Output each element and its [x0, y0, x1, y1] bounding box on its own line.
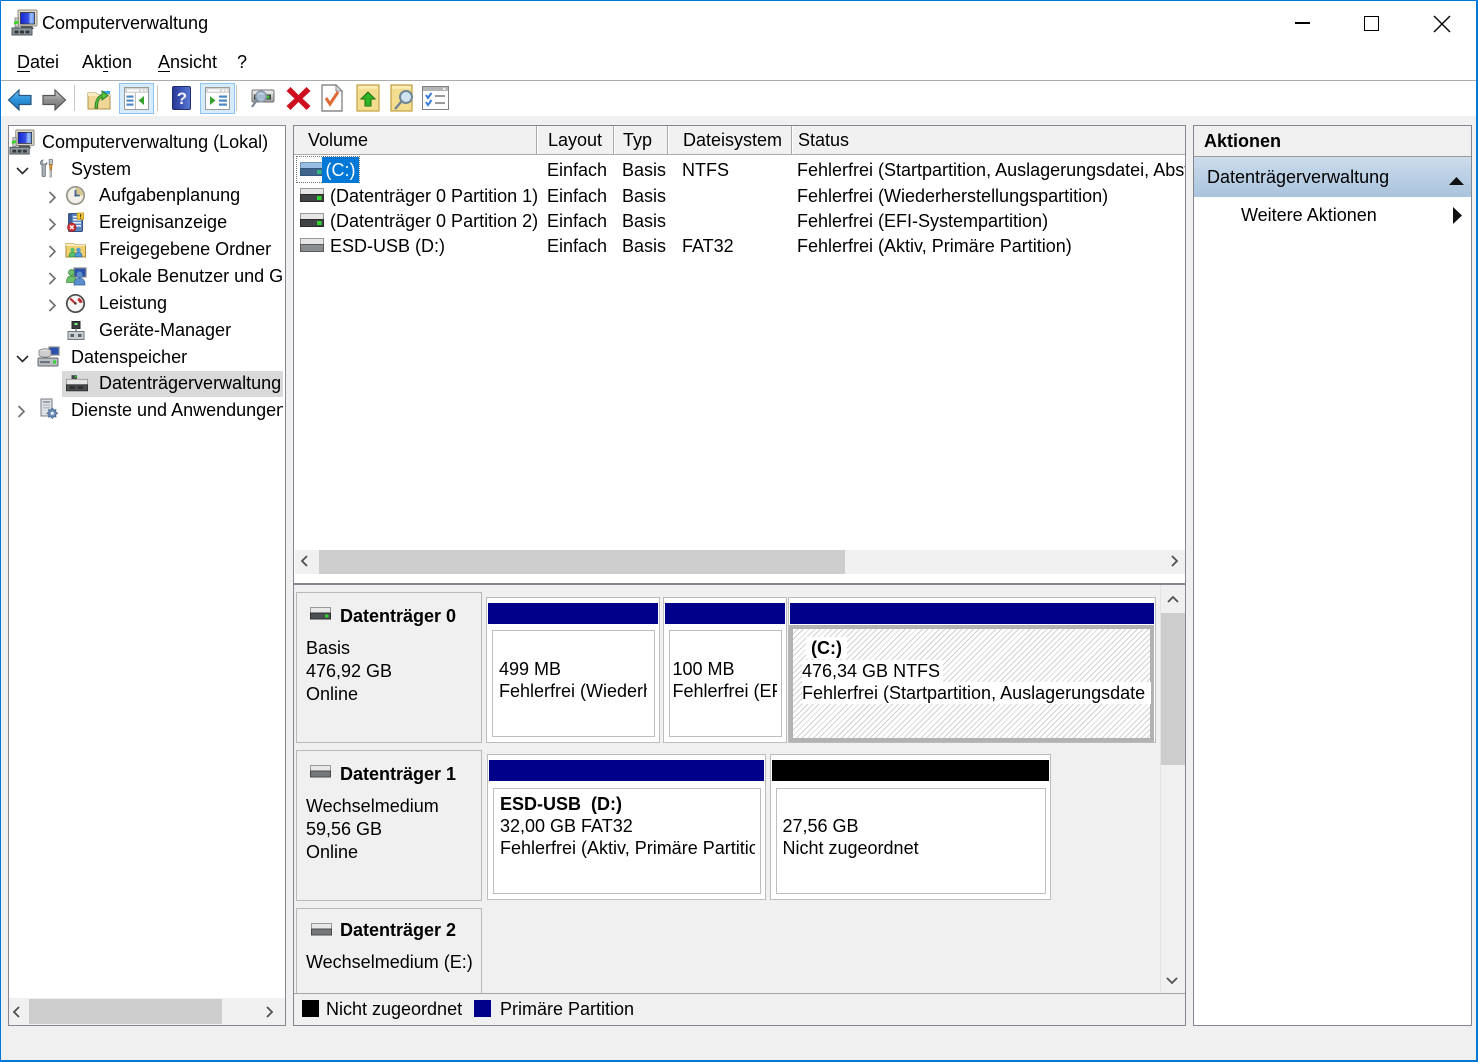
svg-text:?: ? — [177, 89, 187, 108]
